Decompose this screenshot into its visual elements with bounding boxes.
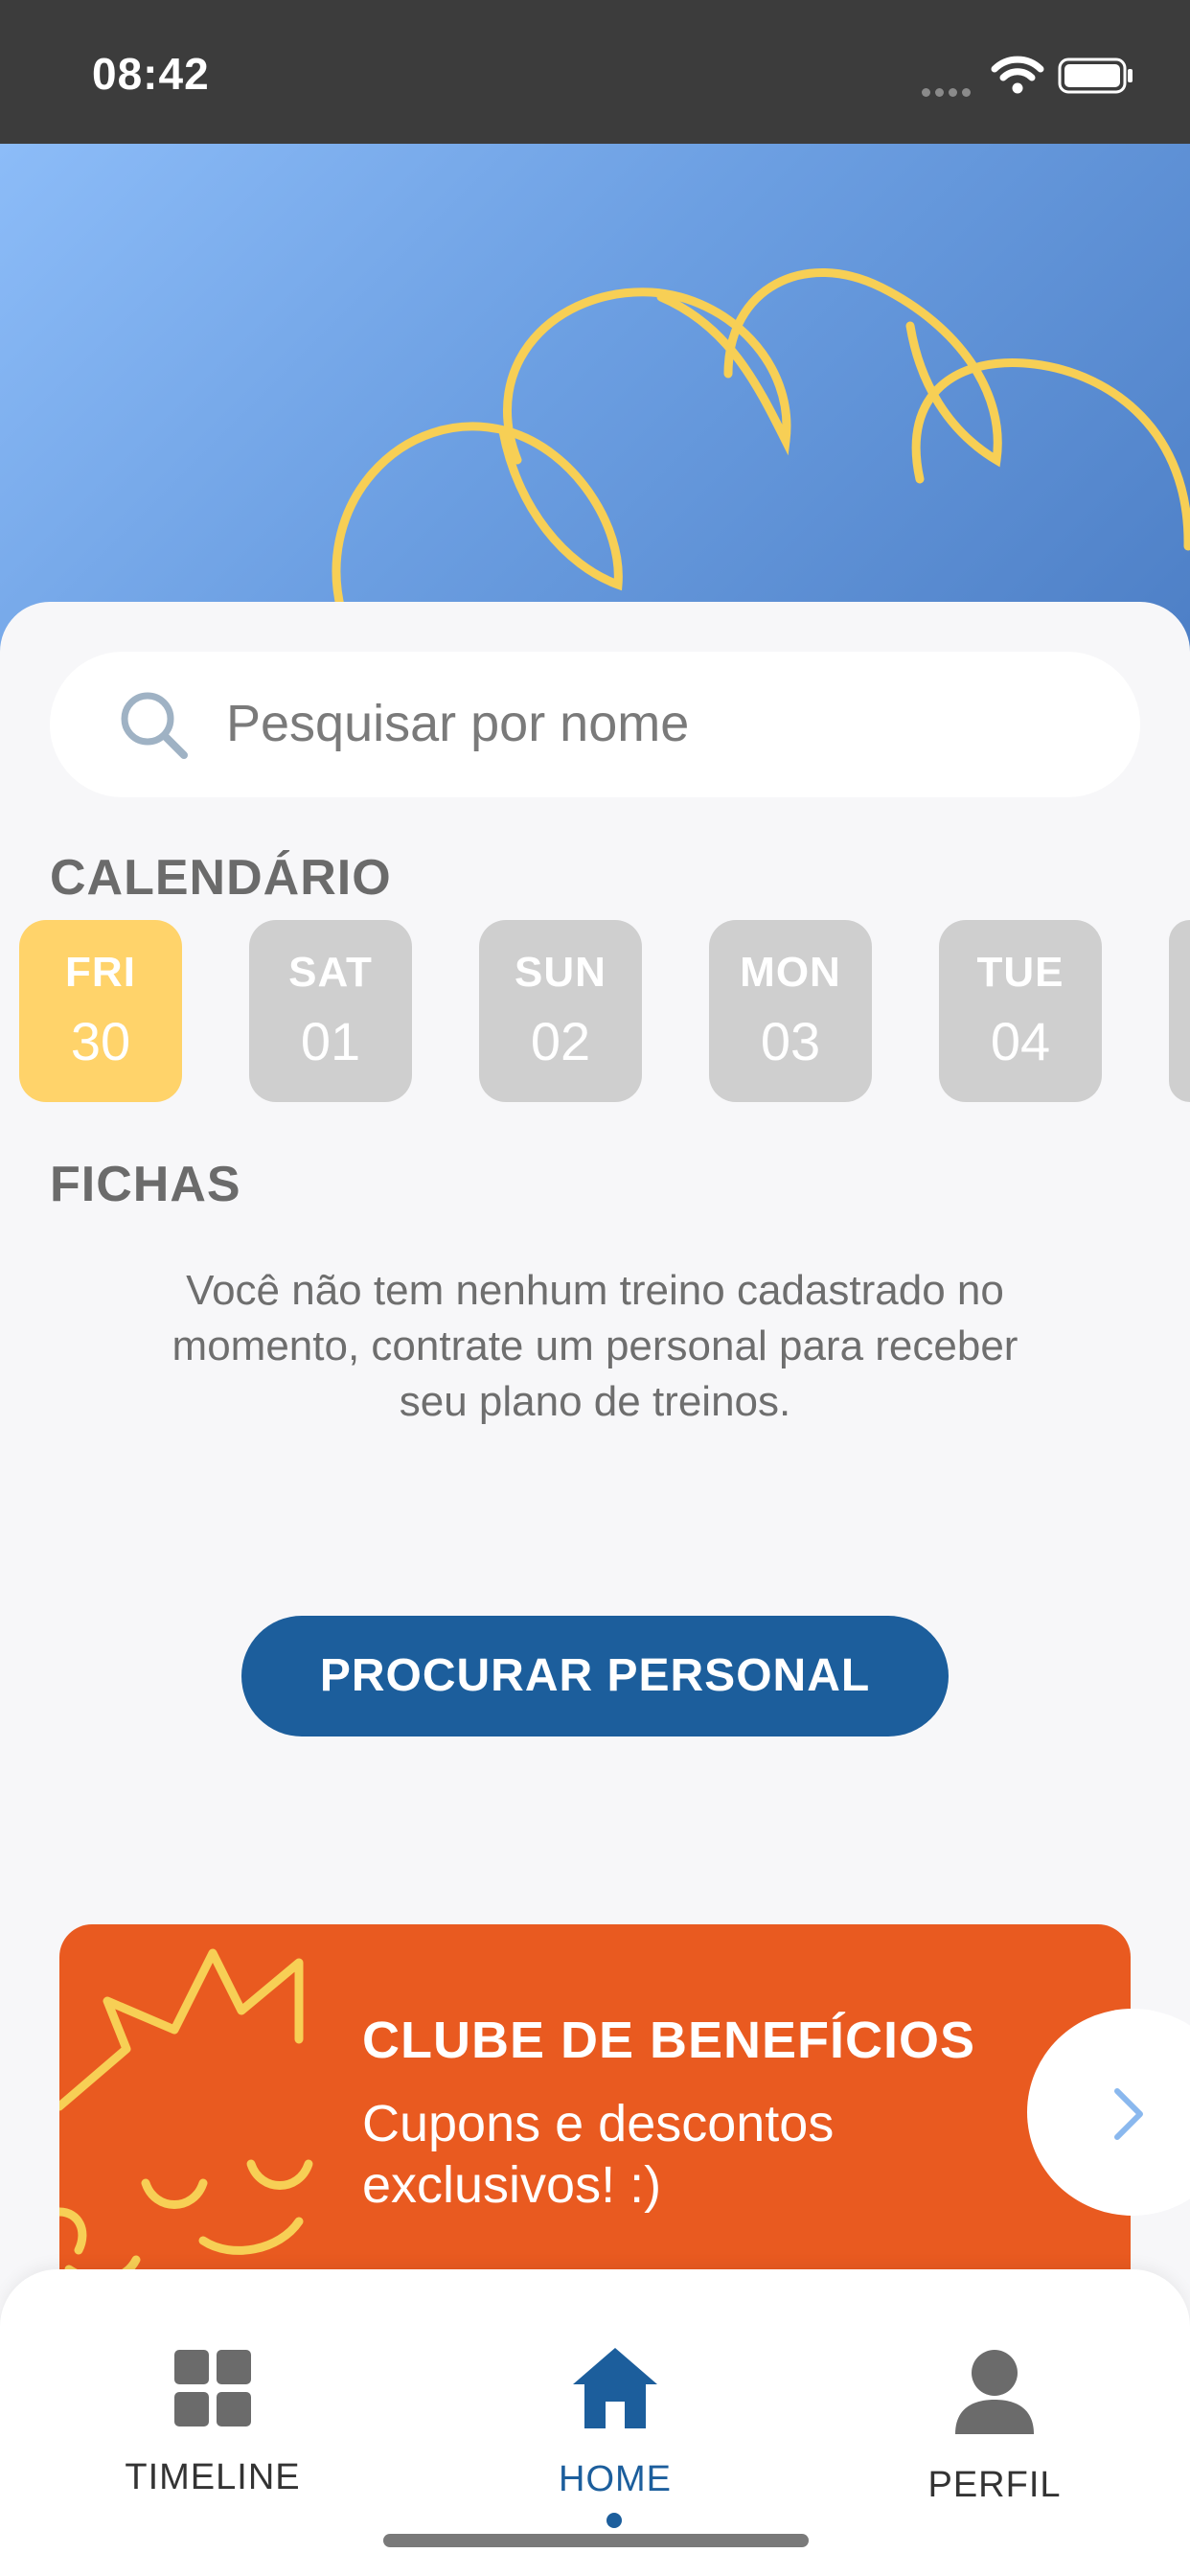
day-name: TUE xyxy=(976,949,1064,996)
cellular-signal-icon xyxy=(922,82,975,101)
day-number: 03 xyxy=(760,1011,821,1071)
search-placeholder: Pesquisar por nome xyxy=(226,695,690,752)
calendar-day-fri[interactable]: FRI 30 xyxy=(19,920,182,1102)
benefits-title: CLUBE DE BENEFÍCIOS xyxy=(362,2012,976,2069)
empty-workouts-message: Você não tem nenhum treino cadastrado no… xyxy=(172,1267,1018,1425)
calendar-day-partial[interactable] xyxy=(1169,920,1190,1102)
day-name: FRI xyxy=(65,949,136,996)
grid-icon xyxy=(174,2350,251,2426)
day-number: 04 xyxy=(990,1011,1051,1071)
calendar-day-mon[interactable]: MON 03 xyxy=(709,920,872,1102)
day-number: 01 xyxy=(300,1011,361,1071)
calendar-day-tue[interactable]: TUE 04 xyxy=(939,920,1102,1102)
search-icon xyxy=(121,692,188,759)
tab-perfil[interactable]: PERFIL xyxy=(851,2269,1138,2518)
search-input[interactable]: Pesquisar por nome xyxy=(50,652,1140,797)
bottom-tab-bar: TIMELINE HOME PERFIL xyxy=(0,2269,1190,2576)
tab-label: TIMELINE xyxy=(125,2457,301,2497)
home-indicator xyxy=(383,2534,809,2547)
tab-home[interactable]: HOME xyxy=(471,2269,759,2528)
benefits-subtitle: Cupons e descontos exclusivos! :) xyxy=(362,2095,835,2214)
find-personal-button[interactable]: PROCURAR PERSONAL xyxy=(241,1616,949,1736)
calendar-day-sat[interactable]: SAT 01 xyxy=(249,920,412,1102)
wifi-icon xyxy=(991,56,1044,94)
status-time: 08:42 xyxy=(92,49,210,99)
tab-label: PERFIL xyxy=(927,2465,1062,2505)
home-icon xyxy=(573,2348,657,2428)
day-name: SUN xyxy=(515,949,606,996)
hero-banner xyxy=(0,144,1190,661)
calendar-day-sun[interactable]: SUN 02 xyxy=(479,920,642,1102)
status-bar: 08:42 xyxy=(0,0,1190,144)
day-name: MON xyxy=(740,949,841,996)
battery-icon xyxy=(1058,58,1133,94)
day-number: 30 xyxy=(70,1011,131,1071)
sun-face-illustration xyxy=(59,1948,313,2285)
benefits-banner[interactable]: CLUBE DE BENEFÍCIOS Cupons e descontos e… xyxy=(59,1924,1131,2288)
active-tab-indicator xyxy=(606,2513,622,2528)
chevron-right-icon xyxy=(1114,2088,1143,2140)
user-icon xyxy=(955,2350,1034,2434)
calendar-title: CALENDÁRIO xyxy=(50,850,392,906)
fichas-title: FICHAS xyxy=(50,1157,241,1212)
decorative-rings-illustration xyxy=(332,268,1190,628)
day-name: SAT xyxy=(288,949,373,996)
tab-label: HOME xyxy=(559,2459,672,2499)
tab-timeline[interactable]: TIMELINE xyxy=(69,2269,356,2518)
day-number: 02 xyxy=(530,1011,591,1071)
